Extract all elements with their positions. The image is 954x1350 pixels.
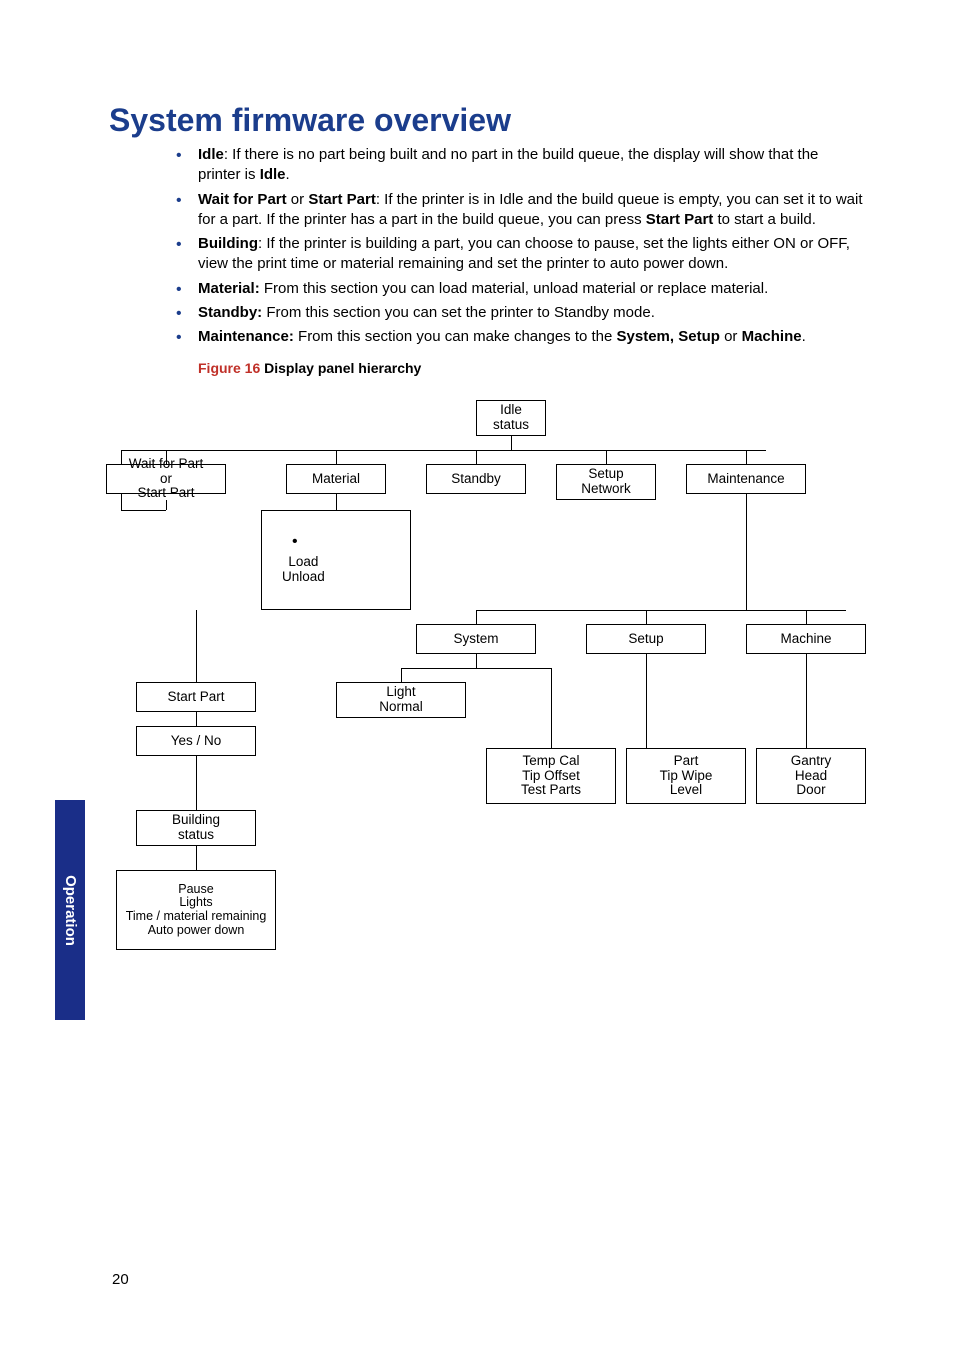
term: Start Part <box>646 211 714 228</box>
node-gantry: GantryHeadDoor <box>756 748 866 804</box>
connector <box>336 450 337 464</box>
term: Idle <box>198 146 224 163</box>
term: Machine <box>742 328 802 345</box>
list-item: Building: If the printer is building a p… <box>170 234 865 275</box>
connector <box>551 668 552 748</box>
node-setup-network: SetupNetwork <box>556 464 656 500</box>
text: From this section you can make changes t… <box>294 328 617 345</box>
text: . <box>802 328 806 345</box>
node-start-part: Start Part <box>136 682 256 712</box>
connector <box>476 610 477 624</box>
text: : If the printer is building a part, you… <box>198 235 850 272</box>
connector <box>476 610 846 611</box>
list-item: Standby: From this section you can set t… <box>170 303 865 323</box>
page-number: 20 <box>112 1271 129 1288</box>
term: Standby: <box>198 304 262 321</box>
text: . <box>286 166 290 183</box>
connector <box>401 668 402 682</box>
node-standby: Standby <box>426 464 526 494</box>
connector <box>606 450 607 464</box>
term: Material: <box>198 280 260 297</box>
term: Building <box>198 235 258 252</box>
list-item: Wait for Part or Start Part: If the prin… <box>170 190 865 231</box>
diagram: Idlestatus Wait for PartorStart Part Mat… <box>106 400 866 1030</box>
connector <box>476 654 477 668</box>
term: Wait for Part <box>198 191 287 208</box>
connector <box>806 654 807 748</box>
text: or <box>720 328 742 345</box>
connector <box>646 654 647 748</box>
term: Maintenance: <box>198 328 294 345</box>
node-tip-wipe: PartTip WipeLevel <box>626 748 746 804</box>
node-maintenance: Maintenance <box>686 464 806 494</box>
bullet-icon: • <box>292 533 298 551</box>
node-wait: Wait for PartorStart Part <box>106 464 226 494</box>
text: or <box>287 191 309 208</box>
connector <box>196 712 197 726</box>
list-item: Idle: If there is no part being built an… <box>170 145 865 186</box>
node-system: System <box>416 624 536 654</box>
text: From this section you can set the printe… <box>262 304 655 321</box>
list-item: Maintenance: From this section you can m… <box>170 327 865 347</box>
figure-caption: Figure 16 Display panel hierarchy <box>198 360 421 376</box>
connector <box>121 510 166 511</box>
connector <box>476 450 477 464</box>
node-light: LightNormal <box>336 682 466 718</box>
connector <box>196 610 197 682</box>
connector <box>401 668 551 669</box>
node-building: Buildingstatus <box>136 810 256 846</box>
text: : If there is no part being built and no… <box>198 146 818 183</box>
node-load-unload: • LoadUnload <box>261 510 411 610</box>
connector <box>196 756 197 810</box>
node-machine: Machine <box>746 624 866 654</box>
node-yes-no: Yes / No <box>136 726 256 756</box>
connector <box>196 846 197 870</box>
list-item: Material: From this section you can load… <box>170 279 865 299</box>
connector <box>511 436 512 450</box>
figure-label: Figure 16 <box>198 360 260 376</box>
term: System, Setup <box>617 328 720 345</box>
node-idle: Idlestatus <box>476 400 546 436</box>
connector <box>336 494 337 510</box>
spacer <box>166 494 174 500</box>
term: Start Part <box>308 191 376 208</box>
node-material: Material <box>286 464 386 494</box>
text: From this section you can load material,… <box>260 280 769 297</box>
section-tab-label: Operation <box>62 875 79 946</box>
figure-title: Display panel hierarchy <box>260 360 421 376</box>
node-setup: Setup <box>586 624 706 654</box>
connector <box>746 450 747 464</box>
text: LoadUnload <box>282 555 325 585</box>
connector <box>746 494 747 610</box>
text: to start a build. <box>713 211 816 228</box>
connector <box>646 610 647 624</box>
page-heading: System firmware overview <box>109 102 511 139</box>
bullet-list: Idle: If there is no part being built an… <box>170 145 865 351</box>
connector <box>121 450 766 451</box>
node-tempcal: Temp CalTip OffsetTest Parts <box>486 748 616 804</box>
section-tab: Operation <box>55 800 85 1020</box>
connector <box>806 610 807 624</box>
term: Idle <box>260 166 286 183</box>
node-pause: PauseLightsTime / material remainingAuto… <box>116 870 276 950</box>
